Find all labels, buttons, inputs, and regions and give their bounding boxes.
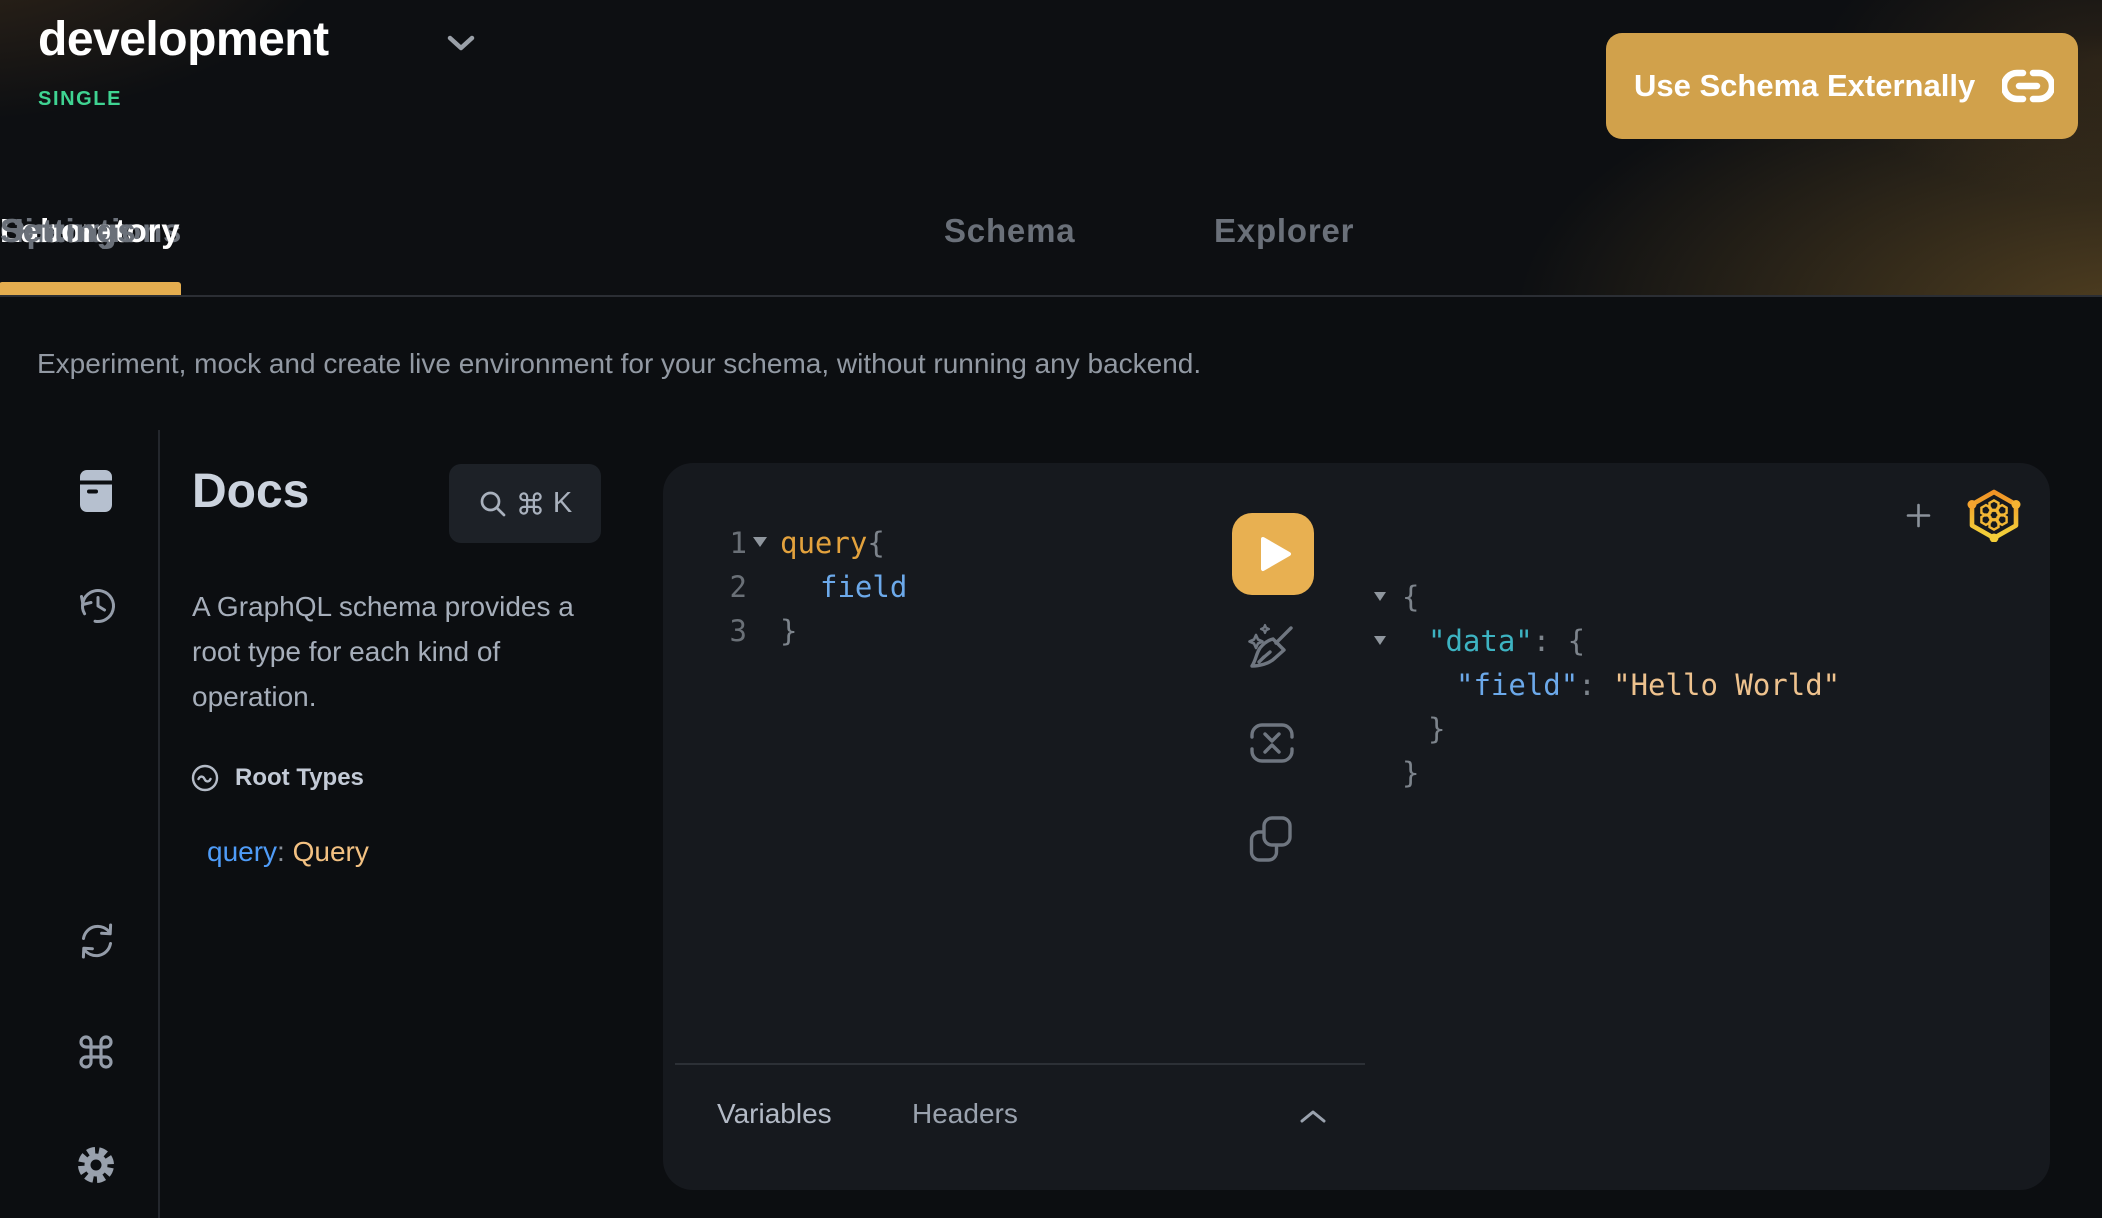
open-brace: { [867, 526, 884, 560]
root-type-type-name[interactable]: Query [293, 836, 369, 867]
root-type-field-name: query [207, 836, 277, 867]
page-subtitle: Experiment, mock and create live environ… [37, 348, 1201, 380]
use-schema-externally-button[interactable]: Use Schema Externally [1606, 33, 2078, 139]
response-line: { [1402, 575, 1419, 619]
prettify-icon[interactable] [1243, 620, 1297, 674]
json-key-data: "data" [1428, 624, 1533, 658]
response-line: } [1402, 707, 1445, 751]
docs-heading: Docs [192, 464, 309, 519]
json-punct: } [1428, 712, 1445, 746]
query-keyword: query [780, 526, 867, 560]
root-types-icon [190, 763, 220, 793]
line-number: 3 [717, 609, 747, 653]
tab-settings[interactable]: Settings [0, 212, 137, 295]
root-type-separator: : [277, 836, 293, 867]
response-line: "data": { [1402, 619, 1585, 663]
field-token: field [820, 570, 907, 604]
root-types-label: Root Types [235, 764, 364, 792]
hive-logo-icon[interactable] [1966, 488, 2022, 542]
json-punct: : { [1533, 624, 1585, 658]
page-header: development SINGLE Use Schema Externally… [0, 0, 2102, 297]
search-shortcut-key: K [553, 487, 572, 520]
json-punct: } [1402, 756, 1419, 790]
root-type-query-link[interactable]: query: Query [207, 836, 369, 868]
tab-headers[interactable]: Headers [912, 1098, 1018, 1130]
docs-search-button[interactable]: K [449, 464, 601, 543]
copy-icon[interactable] [1248, 814, 1294, 864]
sidebar-divider [158, 430, 160, 1218]
response-line: } [1402, 751, 1419, 795]
footer-divider [675, 1063, 1365, 1065]
code-line[interactable]: 3} [717, 609, 797, 653]
chevron-up-icon[interactable] [1298, 1108, 1328, 1125]
tab-schema[interactable]: Schema [944, 212, 1075, 295]
collapse-triangle-icon[interactable] [1374, 592, 1386, 601]
use-schema-button-label: Use Schema Externally [1634, 68, 1975, 104]
json-punct: { [1402, 580, 1419, 614]
json-punct: : [1578, 668, 1613, 702]
json-key-field: "field" [1456, 668, 1578, 702]
page-title: development [38, 12, 329, 67]
response-line: "field": "Hello World" [1402, 663, 1840, 707]
fold-triangle-icon[interactable] [753, 537, 767, 547]
collapse-triangle-icon[interactable] [1374, 636, 1386, 645]
search-icon [478, 489, 508, 519]
environment-badge: SINGLE [38, 88, 122, 111]
history-icon[interactable] [76, 584, 118, 626]
tab-explorer[interactable]: Explorer [1214, 212, 1354, 295]
chevron-down-icon[interactable] [446, 34, 476, 52]
keyboard-shortcuts-icon[interactable] [76, 1032, 116, 1072]
laboratory-page: development SINGLE Use Schema Externally… [0, 0, 2102, 1218]
root-types-section: Root Types [190, 763, 364, 793]
execute-query-button[interactable] [1232, 513, 1314, 595]
code-line[interactable]: 1 query{ [717, 521, 885, 565]
line-number: 1 [717, 521, 747, 565]
code-line[interactable]: 2 field [717, 565, 907, 609]
docs-description: A GraphQL schema provides a root type fo… [192, 584, 592, 719]
add-tab-icon[interactable] [1905, 502, 1932, 529]
tab-variables[interactable]: Variables [717, 1098, 832, 1130]
link-icon [2002, 69, 2054, 103]
merge-fragments-icon[interactable] [1248, 722, 1296, 764]
command-icon [517, 490, 544, 517]
json-value: "Hello World" [1613, 668, 1840, 702]
settings-gear-icon[interactable] [75, 1144, 117, 1186]
close-brace: } [780, 614, 797, 648]
refetch-schema-icon[interactable] [76, 920, 118, 962]
line-number: 2 [717, 565, 747, 609]
docs-book-icon[interactable] [78, 468, 114, 514]
